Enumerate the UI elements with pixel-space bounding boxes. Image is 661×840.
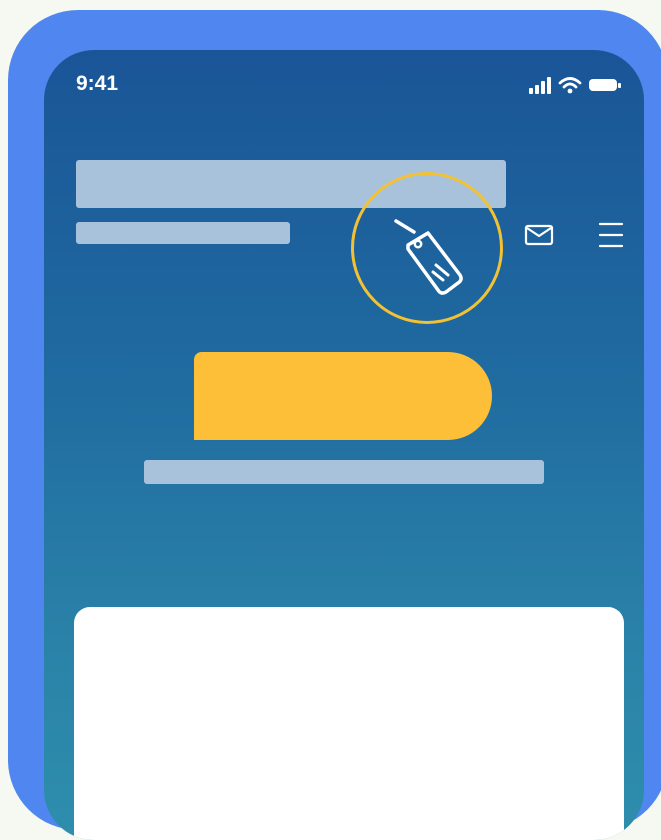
price-tag-icon xyxy=(394,219,463,295)
wifi-icon xyxy=(558,77,582,94)
status-icons xyxy=(528,76,622,94)
cta-button[interactable] xyxy=(194,352,492,440)
tag-highlight-ring[interactable] xyxy=(351,172,503,324)
phone-frame: 9:41 xyxy=(8,10,661,840)
content-card xyxy=(74,607,624,840)
signal-icon xyxy=(529,77,551,94)
subtitle-placeholder xyxy=(76,222,290,244)
phone-screen: 9:41 xyxy=(44,50,644,840)
mail-icon[interactable] xyxy=(524,224,554,246)
caption-placeholder xyxy=(144,460,544,484)
menu-icon[interactable] xyxy=(597,220,625,250)
battery-icon xyxy=(589,79,621,91)
status-time: 9:41 xyxy=(76,72,119,95)
